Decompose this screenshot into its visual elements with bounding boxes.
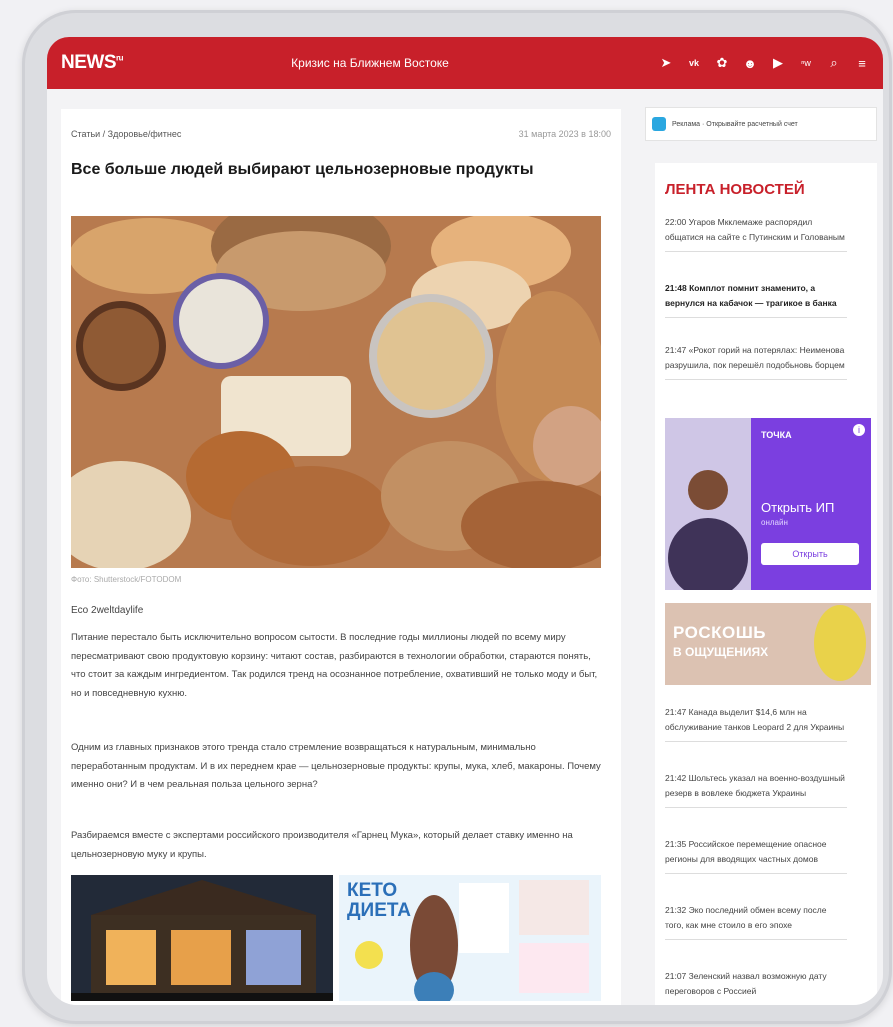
browser-screen: NEWSru Кризис на Ближнем Востоке ➤ vk ✿ … — [47, 37, 883, 1005]
ad-tochka-sub: онлайн — [761, 518, 788, 527]
publish-date: 31 марта 2023 в 18:00 — [518, 129, 611, 139]
rutube-icon[interactable]: ⁿw — [799, 58, 813, 68]
breadcrumb[interactable]: Статьи / Здоровье/фитнес — [71, 129, 181, 139]
ad-tochka-brand: ТОЧКА — [761, 430, 792, 440]
news-item[interactable]: 21:07 Зеленский назвал возможную дату пе… — [665, 969, 847, 1005]
ad-lux-line1: РОСКОШЬ — [673, 623, 767, 642]
news-item[interactable]: 21:32 Эко последний обмен всему после то… — [665, 903, 847, 940]
inline-ads: КЕТО ДИЕТА — [71, 875, 601, 1001]
vk-icon[interactable]: vk — [687, 58, 701, 68]
menu-icon[interactable]: ≡ — [855, 56, 869, 71]
mini-ad-text: Реклама · Открывайте расчетный счет — [672, 120, 798, 128]
youtube-icon[interactable]: ▶ — [771, 55, 785, 71]
ad-keto-banner[interactable]: КЕТО ДИЕТА — [339, 875, 601, 1001]
top-navigation-bar: NEWSru Кризис на Ближнем Востоке ➤ vk ✿ … — [47, 37, 883, 89]
feed-title: ЛЕНТА НОВОСТЕЙ — [665, 181, 805, 198]
ad-tochka-photo — [665, 418, 751, 590]
news-item[interactable]: 21:47 «Рокот горий на потерялах: Неимено… — [665, 343, 847, 380]
article-photo — [71, 216, 601, 568]
article-lead: Eco 2weltdaylife — [71, 605, 144, 616]
social-icons: ➤ vk ✿ ☻ ▶ ⁿw ⌕ ≡ — [659, 55, 869, 71]
article-paragraph-1: Питание перестало быть исключительно воп… — [71, 632, 598, 699]
sidebar: Реклама · Открывайте расчетный счет ЛЕНТ… — [645, 97, 877, 1005]
telegram-icon[interactable]: ➤ — [659, 55, 673, 71]
ad-tochka-headline: Открыть ИП — [761, 500, 835, 515]
logo-superscript: ru — [116, 53, 124, 63]
news-item[interactable]: 22:00 Угаров Мкклемаже распорядил общати… — [665, 215, 847, 252]
news-item[interactable]: 21:42 Шольтесь указал на военно-воздушны… — [665, 771, 847, 808]
top-mini-ad[interactable]: Реклама · Открывайте расчетный счет — [645, 107, 877, 141]
info-icon[interactable]: i — [853, 424, 865, 436]
news-feed: ЛЕНТА НОВОСТЕЙ 22:00 Угаров Мкклемаже ра… — [655, 163, 877, 1005]
site-logo[interactable]: NEWSru — [61, 52, 221, 74]
ad-tochka-banner[interactable]: ТОЧКА i Открыть ИП онлайн Открыть — [665, 418, 871, 590]
news-item[interactable]: 21:35 Российское перемещение опасное рег… — [665, 837, 847, 874]
news-item[interactable]: 21:48 Комплот помнит знаменито, а вернул… — [665, 281, 847, 318]
ad-house-banner[interactable] — [71, 875, 333, 1001]
bank-icon — [652, 117, 666, 131]
article-card: Статьи / Здоровье/фитнес 31 марта 2023 в… — [61, 109, 621, 1005]
photo-caption: Фото: Shutterstock/FOTODOM — [71, 575, 182, 584]
logo-text: NEWS — [61, 52, 117, 73]
article-title: Все больше людей выбирают цельнозерновые… — [71, 161, 534, 178]
odnoklassniki-icon[interactable]: ☻ — [743, 56, 757, 71]
article-paragraph-2: Одним из главных признаков этого тренда … — [71, 742, 601, 790]
top-story-link[interactable]: Кризис на Ближнем Востоке — [221, 56, 519, 70]
ad-luxury-banner[interactable]: РОСКОШЬ В ОЩУЩЕНИЯХ — [665, 603, 871, 685]
dzen-icon[interactable]: ✿ — [715, 55, 729, 71]
ad-lux-line2: В ОЩУЩЕНИЯХ — [673, 645, 769, 659]
search-icon[interactable]: ⌕ — [827, 55, 841, 71]
news-item[interactable]: 21:47 Канада выделит $14,6 млн на обслуж… — [665, 705, 847, 742]
ad-tochka-button[interactable]: Открыть — [761, 543, 859, 565]
article-paragraph-3: Разбираемся вместе с экспертами российск… — [71, 830, 573, 860]
